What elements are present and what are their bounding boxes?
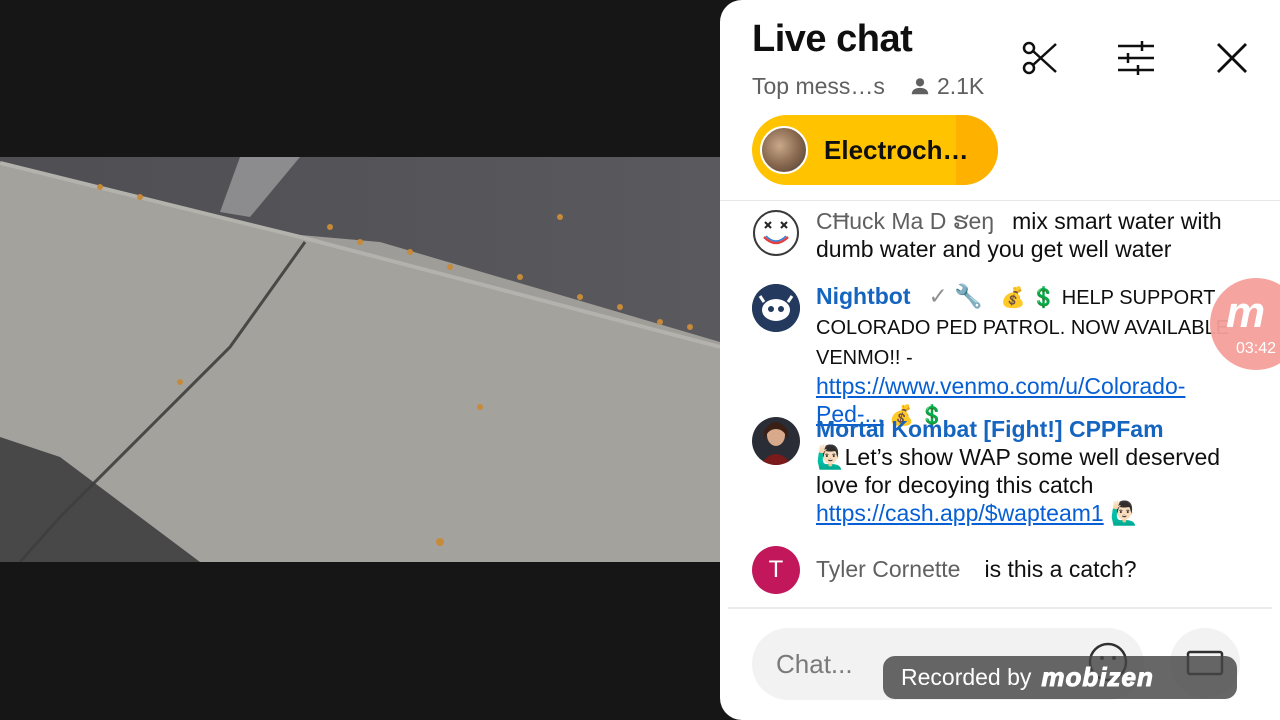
scissors-icon <box>1022 41 1057 75</box>
chat-settings-button[interactable] <box>1114 36 1158 80</box>
character-avatar-icon <box>752 417 800 465</box>
avatar-letter: T <box>768 556 784 583</box>
close-icon <box>1217 43 1247 73</box>
video-player[interactable] <box>0 157 720 562</box>
chat-message: Nightbot ✓ 🔧 💰 💲 HELP SUPPORT COLORADO PED… <box>752 282 1232 430</box>
message-author[interactable]: Tyler Cornette <box>816 556 960 582</box>
avatar <box>752 209 800 257</box>
chat-subtitle: Top mess…s 2.1K <box>752 72 984 100</box>
chat-message: T Tyler Cornette is this a catch? <box>752 544 1232 594</box>
chat-message: Mortal Kombat [Fight!] CPPFam 🙋🏻‍♂️Let’s… <box>752 415 1232 527</box>
message-text: 🙋🏻‍♂️Let’s show WAP some well deserved l… <box>816 444 1221 498</box>
message-author[interactable]: Mortal Kombat [Fight!] CPPFam <box>816 416 1164 442</box>
pinned-super-chat-chip[interactable]: Electroch… <box>752 115 998 185</box>
message-text-suffix: 🙋🏻‍♂️ <box>1103 500 1139 526</box>
smiley-avatar-icon <box>753 210 799 256</box>
chat-title: Live chat <box>752 18 913 60</box>
recording-time: 03:42 <box>1236 340 1277 357</box>
sliders-icon <box>1118 41 1154 75</box>
message-text: is this a catch? <box>984 556 1137 582</box>
nightbot-icon <box>752 284 800 332</box>
pinned-chip-label: Electroch… <box>824 134 969 165</box>
clip-button[interactable] <box>1018 36 1062 80</box>
author-badges: ✓ 🔧 <box>928 283 983 309</box>
chat-message-list[interactable]: CĦuck Ma D ຮeŋ mix smart water with dumb … <box>720 201 1280 606</box>
recording-watermark: Recorded by mobizen <box>883 656 1237 699</box>
avatar <box>752 284 800 332</box>
chat-mode-dropdown[interactable]: Top mess…s <box>752 73 885 100</box>
person-icon <box>911 78 929 95</box>
avatar: T <box>752 546 800 594</box>
mobizen-logo-icon: m <box>1226 288 1266 337</box>
message-author[interactable]: Nightbot <box>816 283 911 309</box>
close-chat-button[interactable] <box>1210 36 1254 80</box>
avatar <box>760 126 808 174</box>
avatar <box>752 417 800 465</box>
sidewalk-video-frame <box>0 157 720 562</box>
live-chat-panel: Live chat Top mess…s 2.1K Electroch… CĦu… <box>720 0 1280 720</box>
chat-message: CĦuck Ma D ຮeŋ mix smart water with dumb … <box>752 207 1232 263</box>
viewer-count-value: 2.1K <box>936 72 985 99</box>
watermark-brand: mobizen <box>1041 662 1154 693</box>
message-link[interactable]: https://cash.app/$wapteam1 <box>816 500 1104 526</box>
message-author[interactable]: CĦuck Ma D ຮeŋ <box>816 208 994 234</box>
watermark-label: Recorded by <box>901 664 1032 690</box>
divider <box>728 607 1272 609</box>
viewer-count: 2.1K <box>909 73 984 100</box>
